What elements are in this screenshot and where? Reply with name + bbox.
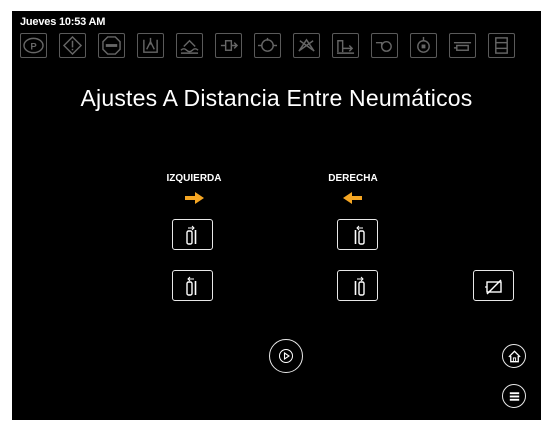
play-icon: [279, 349, 293, 363]
home-button[interactable]: [502, 344, 526, 368]
svg-text:P: P: [30, 41, 37, 52]
warning-icon: [59, 33, 86, 58]
wheel-extend-icon: [185, 225, 196, 245]
spray-icon: [293, 33, 320, 58]
wheel-extend-icon: [354, 276, 365, 296]
arrow-right-icon: [185, 192, 204, 204]
right-wheel-retract-button[interactable]: [337, 219, 378, 250]
wheel-retract-icon: [185, 276, 196, 296]
arrow-left-icon: [343, 192, 362, 204]
menu-button[interactable]: [502, 384, 526, 408]
fuel-icon: [215, 33, 242, 58]
wheel-retract-icon: [354, 225, 365, 245]
left-column-label: IZQUIERDA: [166, 173, 222, 184]
left-wheel-extend-button[interactable]: [172, 219, 213, 250]
engine-temp-icon: [176, 33, 203, 58]
datetime-label: Jueves 10:53 AM: [20, 16, 106, 28]
grain-tank-icon: [137, 33, 164, 58]
right-wheel-extend-button[interactable]: [337, 270, 378, 301]
home-icon: [507, 349, 521, 362]
oil-icon: [371, 33, 398, 58]
hydraulic-icon: [410, 33, 437, 58]
page-title: Ajustes A Distancia Entre Neumáticos: [80, 85, 473, 111]
container-icon: [488, 33, 515, 58]
menu-icon: [509, 391, 519, 401]
left-wheel-retract-button[interactable]: [172, 270, 213, 301]
display-screen: Jueves 10:53 AM P Ajustes A Distancia En…: [12, 11, 541, 420]
disable-adjust-button[interactable]: [473, 270, 514, 301]
right-column-label: DERECHA: [328, 173, 378, 184]
play-button[interactable]: [269, 339, 303, 373]
filter-icon: [449, 33, 476, 58]
unload-icon: [332, 33, 359, 58]
tire-pressure-icon: [254, 33, 281, 58]
status-icon-bar: P: [20, 33, 533, 59]
stop-icon: [98, 33, 125, 58]
parking-brake-icon: P: [20, 33, 47, 58]
disable-icon: [484, 279, 502, 294]
